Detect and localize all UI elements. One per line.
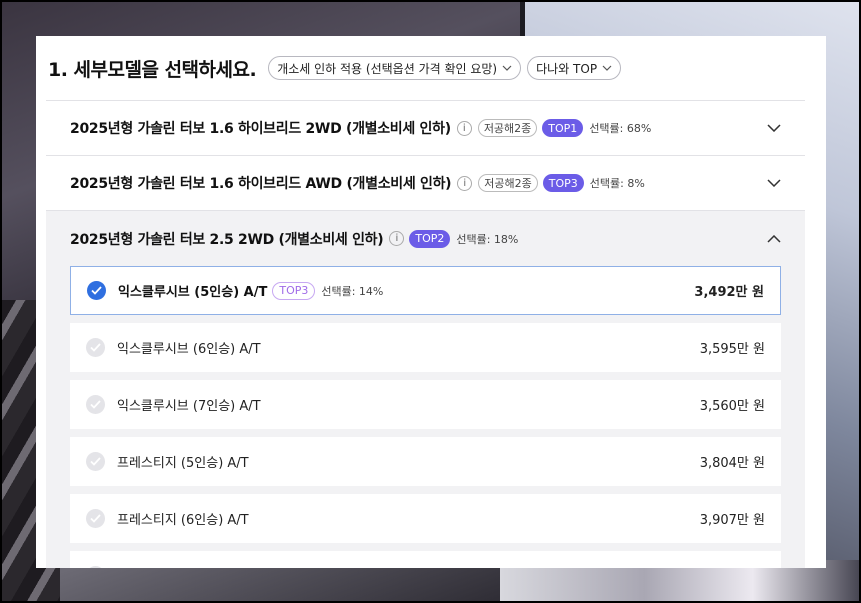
tax-filter-dropdown[interactable]: 개소세 인하 적용 (선택옵션 가격 확인 요망) bbox=[268, 56, 522, 80]
model-selection-panel: 1. 세부모델을 선택하세요. 개소세 인하 적용 (선택옵션 가격 확인 요망… bbox=[36, 36, 826, 568]
check-icon bbox=[86, 566, 105, 568]
selection-rate: 선택률: 14% bbox=[321, 284, 384, 298]
trim-price: 3,804만 원 bbox=[699, 456, 765, 471]
selection-rate: 선택률: 68% bbox=[589, 122, 652, 135]
model-title: 2025년형 가솔린 터보 1.6 하이브리드 AWD (개별소비세 인하) bbox=[70, 176, 452, 192]
model-title: 2025년형 가솔린 터보 1.6 하이브리드 2WD (개별소비세 인하) bbox=[70, 121, 451, 137]
top-badge: TOP1 bbox=[542, 119, 584, 137]
trim-option[interactable]: 익스클루시브 (7인승) A/T 3,560만 원 bbox=[70, 380, 781, 429]
trim-option[interactable]: 익스클루시브 (5인승) A/T TOP3 선택률: 14% 3,492만 원 bbox=[70, 266, 781, 315]
trim-name: 익스클루시브 (7인승) A/T bbox=[117, 399, 261, 414]
tax-filter-label: 개소세 인하 적용 (선택옵션 가격 확인 요망) bbox=[277, 61, 498, 76]
page-title: 1. 세부모델을 선택하세요. bbox=[48, 58, 257, 81]
model-row[interactable]: 2025년형 가솔린 터보 1.6 하이브리드 2WD (개별소비세 인하) i… bbox=[46, 100, 805, 155]
trim-name: 프레스티지 (5인승) A/T bbox=[117, 456, 249, 471]
trim-price: 3,595만 원 bbox=[699, 342, 765, 357]
trim-name: 익스클루시브 (6인승) A/T bbox=[117, 342, 261, 357]
chevron-down-icon bbox=[502, 63, 512, 74]
trim-price: 3,560만 원 bbox=[699, 399, 765, 414]
model-title: 2025년형 가솔린 터보 2.5 2WD (개별소비세 인하) bbox=[70, 231, 384, 248]
expanded-model: 2025년형 가솔린 터보 2.5 2WD (개별소비세 인하) i TOP2 … bbox=[46, 210, 805, 568]
sort-label: 다나와 TOP bbox=[536, 61, 598, 76]
trim-name: 익스클루시브 (5인승) A/T bbox=[118, 285, 268, 300]
trim-options: 익스클루시브 (5인승) A/T TOP3 선택률: 14% 3,492만 원 … bbox=[46, 266, 805, 568]
emission-badge: 저공해2종 bbox=[478, 174, 538, 192]
sort-dropdown[interactable]: 다나와 TOP bbox=[527, 56, 622, 80]
trim-option[interactable]: 프레스티지 (6인승) A/T 3,907만 원 bbox=[70, 494, 781, 543]
info-icon[interactable]: i bbox=[456, 120, 472, 136]
trim-option[interactable]: 익스클루시브 (6인승) A/T 3,595만 원 bbox=[70, 323, 781, 372]
trim-name: 프레스티지 (6인승) A/T bbox=[117, 513, 249, 528]
chevron-down-icon bbox=[602, 63, 612, 74]
selection-rate: 선택률: 18% bbox=[456, 232, 519, 246]
top-badge: TOP3 bbox=[542, 174, 584, 192]
chevron-up-icon[interactable] bbox=[767, 234, 781, 243]
selection-rate: 선택률: 8% bbox=[589, 177, 645, 190]
trim-option[interactable]: 프레스티지 (5인승) A/T 3,804만 원 bbox=[70, 437, 781, 486]
chevron-down-icon[interactable] bbox=[767, 179, 781, 187]
emission-badge: 저공해2종 bbox=[477, 119, 538, 137]
model-row[interactable]: 2025년형 가솔린 터보 1.6 하이브리드 AWD (개별소비세 인하) i… bbox=[46, 155, 805, 210]
info-icon[interactable]: i bbox=[389, 231, 405, 246]
model-row[interactable]: 2025년형 가솔린 터보 2.5 2WD (개별소비세 인하) i TOP2 … bbox=[46, 211, 805, 266]
check-icon bbox=[86, 452, 105, 471]
check-icon bbox=[86, 338, 105, 357]
trim-price: 3,907만 원 bbox=[699, 513, 765, 528]
info-icon[interactable]: i bbox=[457, 175, 473, 191]
top-badge: TOP2 bbox=[409, 229, 451, 248]
check-icon bbox=[87, 281, 106, 300]
check-icon bbox=[86, 395, 105, 414]
trim-option-partial[interactable] bbox=[70, 551, 781, 568]
section-header: 1. 세부모델을 선택하세요. 개소세 인하 적용 (선택옵션 가격 확인 요망… bbox=[36, 36, 826, 100]
check-icon bbox=[86, 509, 105, 528]
model-list: 2025년형 가솔린 터보 1.6 하이브리드 2WD (개별소비세 인하) i… bbox=[46, 100, 805, 568]
chevron-down-icon[interactable] bbox=[767, 124, 781, 132]
trim-price: 3,492만 원 bbox=[694, 285, 764, 300]
top-badge: TOP3 bbox=[272, 281, 316, 300]
